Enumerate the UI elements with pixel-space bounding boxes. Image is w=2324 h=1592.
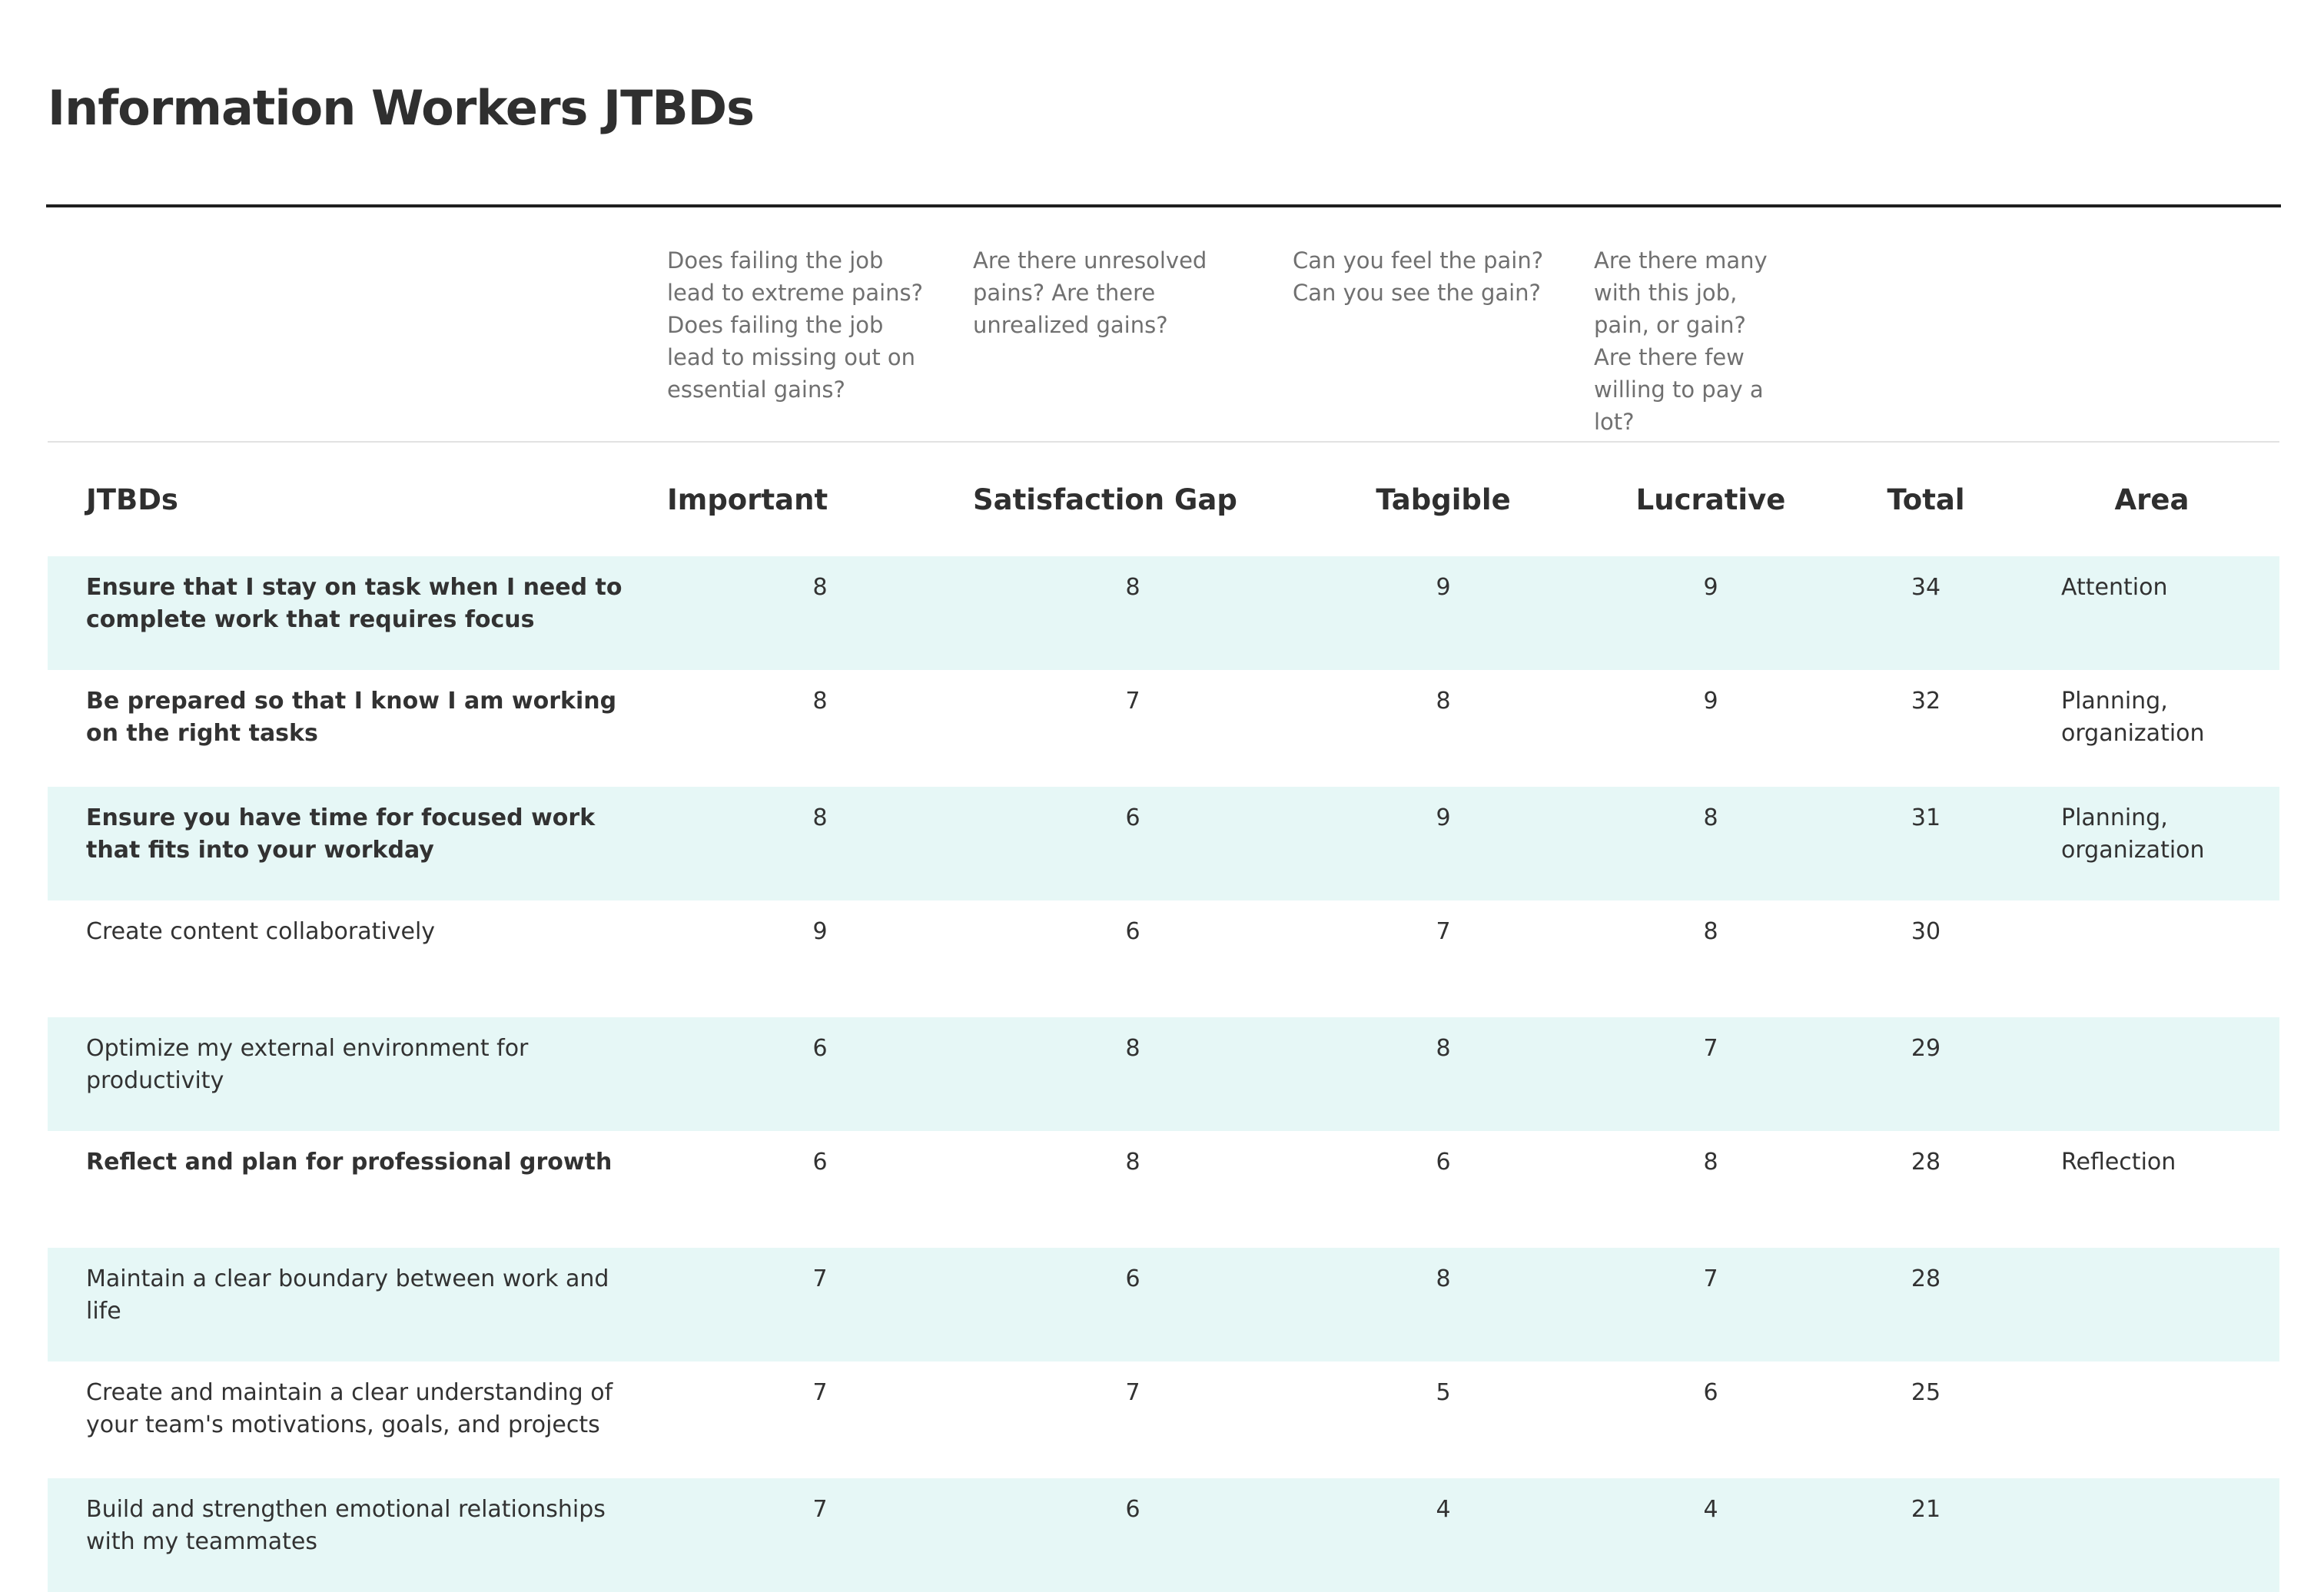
cell-area: [2024, 1361, 2279, 1478]
cell-lucrative: 9: [1594, 556, 1828, 670]
cell-important: 8: [667, 787, 973, 900]
cell-tangible: 4: [1293, 1478, 1594, 1592]
cell-total: 34: [1828, 556, 2024, 670]
cell-area: Attention: [2024, 556, 2279, 670]
cell-total: 29: [1828, 1017, 2024, 1131]
cell-area: Planning, organization: [2061, 688, 2205, 747]
cell-total: 25: [1911, 1379, 1941, 1406]
cell-satisfaction-gap: 6: [973, 787, 1293, 900]
cell-lucrative: 8: [1594, 787, 1828, 900]
cell-important: 8: [667, 556, 973, 670]
cell-important: 7: [667, 1478, 973, 1592]
cell-area: [2024, 1017, 2279, 1131]
cell-tangible: 5: [1436, 1379, 1451, 1406]
cell-total: 28: [1828, 1248, 2024, 1361]
cell-jtbd: Maintain a clear boundary between work a…: [48, 1248, 667, 1361]
cell-lucrative: 7: [1594, 1248, 1828, 1361]
header-jtbds: JTBDs: [86, 483, 178, 516]
cell-important: 6: [667, 1017, 973, 1131]
header-row: JTBDs Important Satisfaction Gap Tabgibl…: [48, 442, 2279, 556]
cell-tangible: 9: [1293, 787, 1594, 900]
question-satisfaction-gap: Are there unresolved pains? Are there un…: [973, 227, 1293, 443]
header-area: Area: [2114, 483, 2190, 516]
question-tangible: Can you feel the pain? Can you see the g…: [1293, 227, 1594, 443]
header-satisfaction-gap: Satisfaction Gap: [973, 483, 1237, 516]
page-title: Information Workers JTBDs: [48, 80, 755, 136]
cell-important: 9: [812, 918, 828, 945]
cell-satisfaction-gap: 7: [1125, 688, 1140, 715]
table-row: Reflect and plan for professional growth…: [48, 1131, 2279, 1248]
question-empty-area: [2024, 227, 2279, 443]
cell-area: [2024, 1248, 2279, 1361]
cell-lucrative: 6: [1703, 1379, 1718, 1406]
cell-total: 30: [1911, 918, 1941, 945]
cell-area: [2024, 900, 2279, 1017]
cell-tangible: 8: [1436, 688, 1451, 715]
cell-jtbd: Reflect and plan for professional growth: [86, 1149, 613, 1176]
question-empty-total: [1828, 227, 2024, 443]
title-divider: [46, 204, 2281, 207]
cell-total: 28: [1911, 1149, 1941, 1176]
cell-lucrative: 8: [1703, 1149, 1718, 1176]
cell-tangible: 8: [1293, 1248, 1594, 1361]
cell-lucrative: 8: [1703, 918, 1718, 945]
cell-area: [2024, 1478, 2279, 1592]
cell-tangible: 7: [1436, 918, 1451, 945]
cell-jtbd: Optimize my external environment for pro…: [48, 1017, 667, 1131]
header-lucrative: Lucrative: [1635, 483, 1786, 516]
cell-total: 21: [1828, 1478, 2024, 1592]
cell-satisfaction-gap: 6: [973, 1478, 1293, 1592]
table-row: Ensure you have time for focused work th…: [48, 787, 2279, 900]
cell-area: Planning, organization: [2024, 787, 2279, 900]
cell-tangible: 9: [1293, 556, 1594, 670]
question-row: Does failing the job lead to extreme pai…: [48, 227, 2279, 443]
header-tangible: Tabgible: [1376, 483, 1511, 516]
cell-area: Reflection: [2061, 1149, 2176, 1176]
cell-tangible: 6: [1436, 1149, 1451, 1176]
table-row: Ensure that I stay on task when I need t…: [48, 556, 2279, 670]
table-row: Be prepared so that I know I am working …: [48, 670, 2279, 787]
table-row: Maintain a clear boundary between work a…: [48, 1248, 2279, 1361]
header-important: Important: [667, 483, 828, 516]
cell-total: 31: [1828, 787, 2024, 900]
cell-satisfaction-gap: 8: [973, 556, 1293, 670]
cell-satisfaction-gap: 8: [1125, 1149, 1140, 1176]
table-row: Create content collaboratively 9 6 7 8 30: [48, 900, 2279, 1017]
cell-satisfaction-gap: 7: [1125, 1379, 1140, 1406]
jtbd-table: Does failing the job lead to extreme pai…: [48, 227, 2279, 1592]
question-important: Does failing the job lead to extreme pai…: [667, 227, 973, 443]
cell-jtbd: Be prepared so that I know I am working …: [86, 688, 617, 747]
cell-jtbd: Build and strengthen emotional relations…: [48, 1478, 667, 1592]
cell-important: 7: [667, 1248, 973, 1361]
cell-total: 32: [1911, 688, 1941, 715]
table-row: Optimize my external environment for pro…: [48, 1017, 2279, 1131]
question-lucrative: Are there many with this job, pain, or g…: [1594, 227, 1828, 443]
cell-important: 8: [812, 688, 828, 715]
table-row: Build and strengthen emotional relations…: [48, 1478, 2279, 1592]
question-empty: [48, 227, 667, 443]
cell-lucrative: 4: [1594, 1478, 1828, 1592]
cell-jtbd: Ensure that I stay on task when I need t…: [48, 556, 667, 670]
cell-jtbd: Create content collaboratively: [86, 918, 436, 945]
cell-lucrative: 9: [1703, 688, 1718, 715]
cell-tangible: 8: [1293, 1017, 1594, 1131]
cell-jtbd: Ensure you have time for focused work th…: [48, 787, 667, 900]
cell-important: 6: [812, 1149, 828, 1176]
header-total: Total: [1887, 483, 1965, 516]
cell-satisfaction-gap: 6: [973, 1248, 1293, 1361]
cell-satisfaction-gap: 8: [973, 1017, 1293, 1131]
cell-lucrative: 7: [1594, 1017, 1828, 1131]
cell-important: 7: [812, 1379, 828, 1406]
cell-satisfaction-gap: 6: [1125, 918, 1140, 945]
cell-jtbd: Create and maintain a clear understandin…: [86, 1379, 613, 1438]
table-row: Create and maintain a clear understandin…: [48, 1361, 2279, 1478]
